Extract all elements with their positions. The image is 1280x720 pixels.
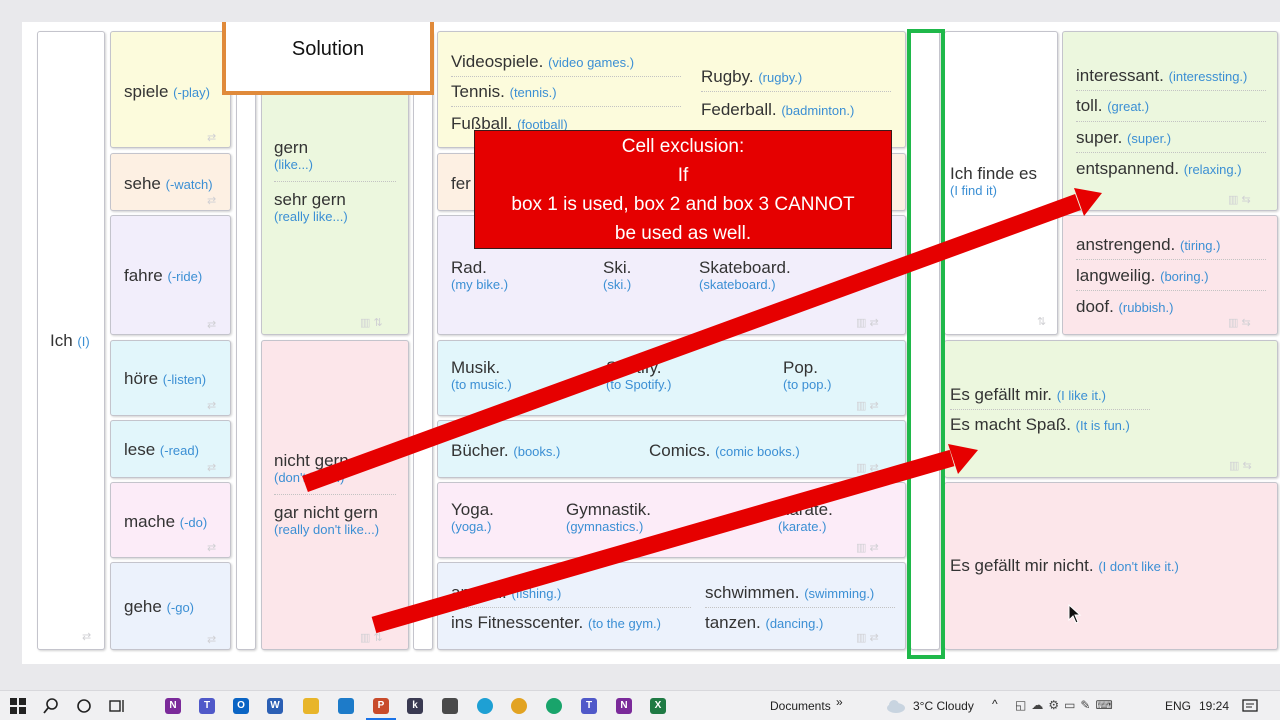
chrome-icon[interactable] <box>511 698 527 714</box>
arrow-head-top <box>1074 188 1102 216</box>
callout-line-4: be used as well. <box>614 223 752 244</box>
onenote-2-icon[interactable]: N <box>616 698 632 714</box>
chevron-right-icon[interactable]: » <box>836 695 843 709</box>
cloud-icon <box>887 700 905 713</box>
cortana-icon[interactable] <box>76 698 92 714</box>
edge-icon[interactable] <box>477 698 493 714</box>
tray-icons: ◱☁⚙▭✎⌨ <box>1015 698 1118 712</box>
weather-status[interactable]: 3°C Cloudy <box>913 699 974 713</box>
arrow-line-bottom <box>371 449 955 634</box>
word-icon[interactable]: W <box>267 698 283 714</box>
sentence-builder-slide: Ich (I) ⇄ spiele (-play) ⇄ sehe (-watch)… <box>22 22 1280 664</box>
documents-toolbar[interactable]: Documents <box>770 699 831 713</box>
notification-icon[interactable] <box>1242 698 1258 714</box>
cell-exclusion-callout: Cell exclusion: If box 1 is used, box 2 … <box>474 130 892 249</box>
taskbar: N T O W P k T N X Documents » 3°C Cloudy… <box>0 690 1280 720</box>
arrow-head-bottom <box>948 444 978 474</box>
k-app-icon[interactable]: k <box>407 698 423 714</box>
callout-line-2: If <box>677 165 689 186</box>
app-icon[interactable] <box>442 698 458 714</box>
search-icon[interactable] <box>43 698 59 714</box>
file-explorer-icon[interactable] <box>303 698 319 714</box>
powerpoint-icon[interactable]: P <box>373 698 389 714</box>
teams-2-icon[interactable]: T <box>581 698 597 714</box>
callout-line-3: box 1 is used, box 2 and box 3 CANNOT <box>511 194 855 215</box>
onenote-icon[interactable]: N <box>165 698 181 714</box>
outlook-icon[interactable]: O <box>233 698 249 714</box>
excel-icon[interactable]: X <box>650 698 666 714</box>
windows-start-icon[interactable] <box>10 698 26 714</box>
mouse-cursor-icon <box>1068 604 1082 624</box>
clock[interactable]: 19:24 <box>1199 699 1229 713</box>
edge-dev-icon[interactable] <box>546 698 562 714</box>
language-indicator[interactable]: ENG <box>1165 699 1191 713</box>
exclusion-arrows <box>302 188 1102 634</box>
store-icon[interactable] <box>338 698 354 714</box>
task-view-icon[interactable] <box>109 698 127 714</box>
teams-icon[interactable]: T <box>199 698 215 714</box>
chevron-up-icon[interactable]: ^ <box>992 697 998 711</box>
callout-line-1: Cell exclusion: <box>621 136 745 157</box>
